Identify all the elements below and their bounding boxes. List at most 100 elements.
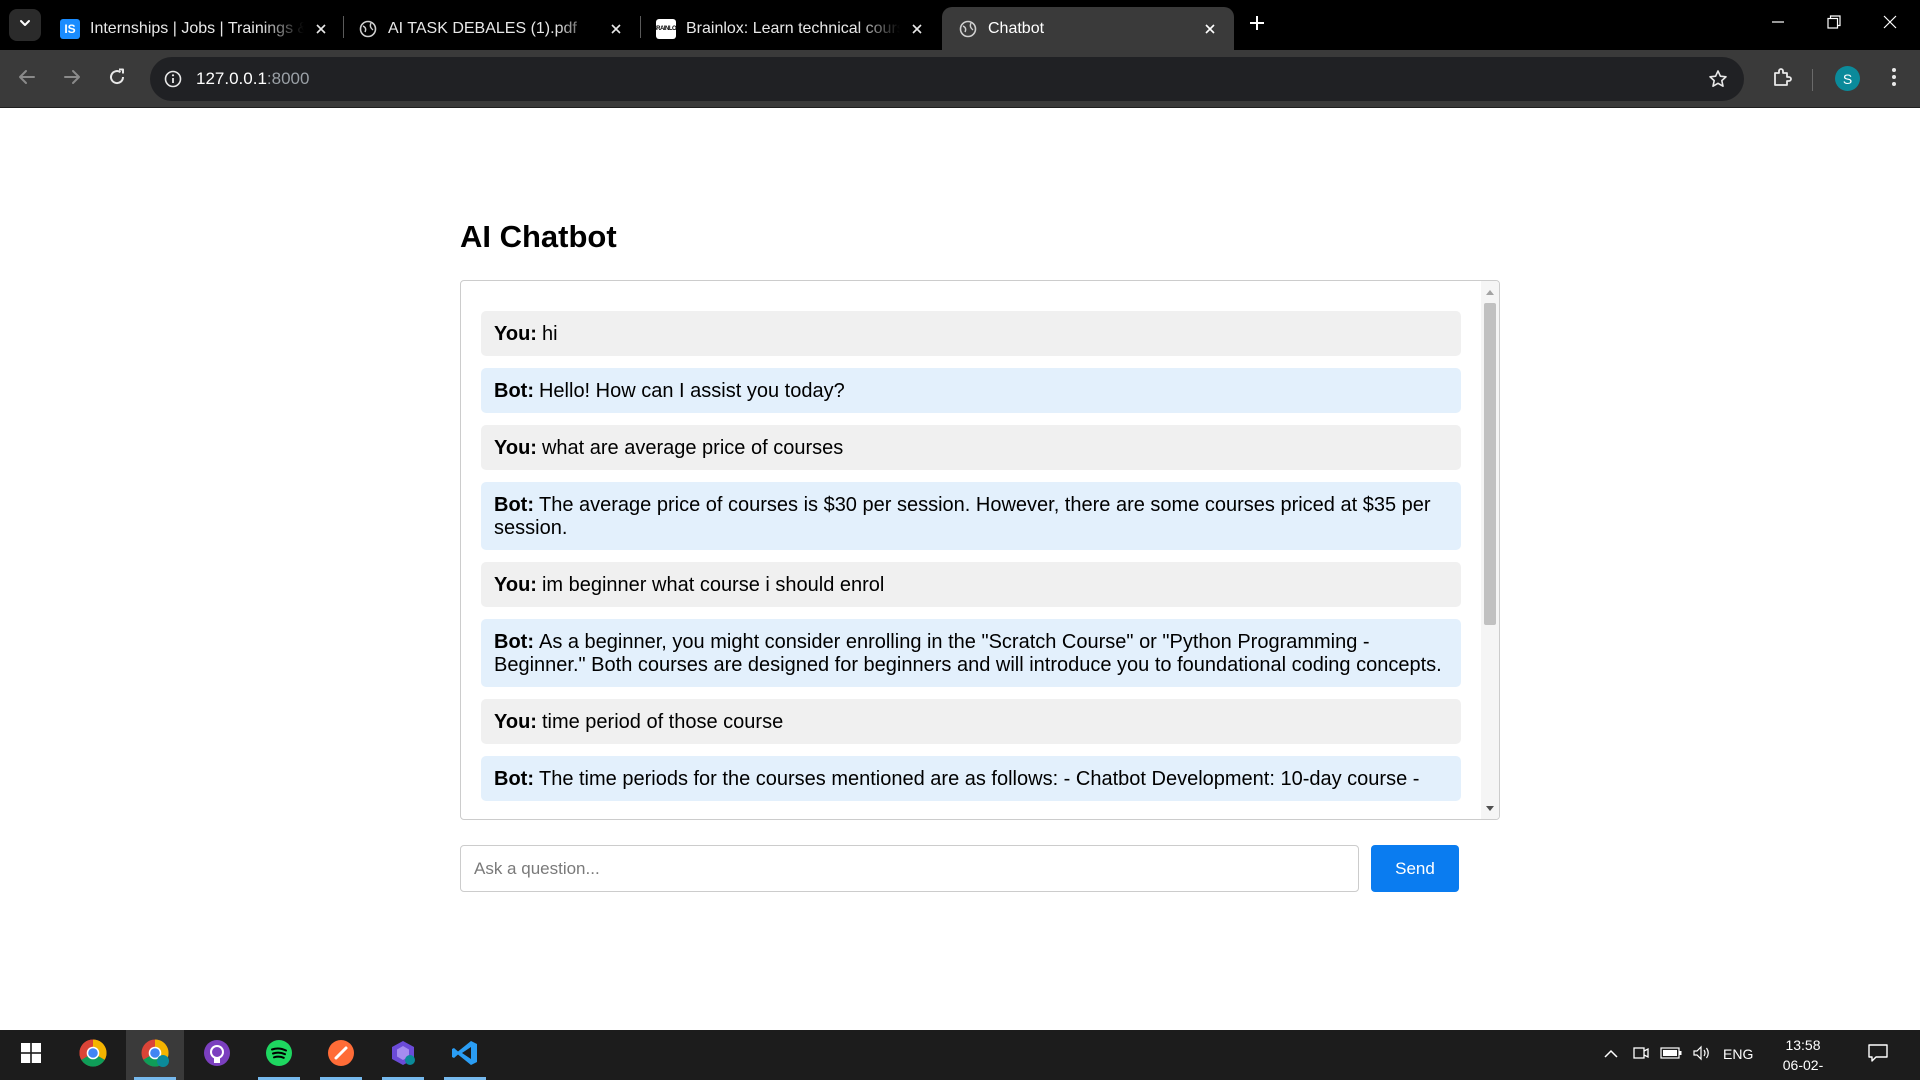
chrome-icon — [78, 1038, 108, 1073]
restore-icon — [1827, 14, 1841, 34]
tab-search-button[interactable] — [9, 9, 41, 41]
page-title: AI Chatbot — [460, 219, 617, 254]
chat-message-user: You: what are average price of courses — [481, 425, 1461, 470]
github-desktop-icon — [203, 1039, 231, 1072]
postman-icon — [327, 1039, 355, 1072]
clock-time: 13:58 — [1785, 1037, 1821, 1053]
puzzle-icon — [1771, 66, 1793, 93]
tab-internshala[interactable]: IS Internships | Jobs | Trainings & M — [44, 7, 344, 50]
tab-brainlox[interactable]: BRAINLOX Brainlox: Learn technical cours… — [640, 7, 940, 50]
profile-avatar[interactable]: S — [1835, 66, 1860, 91]
globe-icon — [358, 19, 378, 39]
browser-toolbar: 127.0.0.1:8000 — [0, 50, 1920, 108]
chat-message-user: You: im beginner what course i should enr… — [481, 562, 1461, 607]
address-bar[interactable]: 127.0.0.1:8000 — [150, 57, 1744, 101]
chat-messages: You: hi Bot: Hello! How can I assist you t… — [461, 281, 1481, 819]
chat-message-bot: Bot: The time periods for the courses men… — [481, 756, 1461, 801]
url-port: :8000 — [266, 69, 310, 88]
taskbar-chrome-profile[interactable] — [126, 1030, 184, 1080]
windows-start-icon — [20, 1042, 42, 1069]
tab-title: AI TASK DEBALES (1).pdf — [388, 19, 577, 37]
close-window-button[interactable] — [1862, 0, 1918, 48]
toolbar-separator — [1812, 69, 1813, 91]
plus-icon — [1249, 15, 1265, 36]
taskbar-postman[interactable] — [312, 1030, 370, 1080]
message-text: im beginner what course i should enrol — [541, 574, 885, 596]
message-sender: Bot: — [494, 380, 534, 402]
taskbar-spotify[interactable] — [250, 1030, 308, 1080]
scroll-down-arrow-icon[interactable] — [1481, 800, 1499, 817]
scrollbar-thumb[interactable] — [1484, 303, 1496, 625]
brainlox-icon: BRAINLOX — [652, 18, 680, 39]
taskbar-github-desktop[interactable] — [188, 1030, 246, 1080]
tray-battery[interactable] — [1656, 1030, 1686, 1080]
minimize-button[interactable] — [1750, 0, 1806, 48]
site-info-icon[interactable] — [161, 67, 185, 91]
tab-title: Brainlox: Learn technical courses — [686, 19, 900, 37]
message-sender: Bot: — [494, 631, 534, 653]
browser-tab-strip: IS Internships | Jobs | Trainings & M AI… — [0, 0, 1920, 50]
message-text: As a beginner, you might consider enroll… — [494, 631, 1442, 676]
message-sender: You: — [494, 323, 537, 345]
notification-icon — [1867, 1043, 1889, 1068]
tray-volume[interactable] — [1688, 1030, 1716, 1080]
message-text: what are average price of courses — [541, 437, 844, 459]
message-sender: Bot: — [494, 494, 534, 516]
chevron-up-icon — [1603, 1046, 1619, 1064]
kebab-menu-icon — [1891, 67, 1897, 92]
question-input[interactable] — [460, 845, 1359, 892]
page-content: AI Chatbot You: hi Bot: Hello! How can I a… — [0, 109, 1920, 1030]
tray-meet-now[interactable] — [1628, 1030, 1654, 1080]
spotify-icon — [265, 1039, 293, 1072]
chevron-down-icon — [18, 16, 32, 35]
minimize-icon — [1771, 15, 1785, 34]
globe-icon — [958, 19, 978, 39]
taskbar-clock[interactable]: 13:58 06-02-2025 — [1768, 1035, 1838, 1080]
taskbar: ENG 13:58 06-02-2025 — [0, 1030, 1920, 1080]
input-language[interactable]: ENG — [1723, 1046, 1753, 1062]
close-icon[interactable] — [606, 19, 626, 39]
tab-title: Chatbot — [988, 19, 1045, 37]
arrow-left-icon — [17, 67, 37, 92]
internshala-icon: IS — [60, 18, 80, 39]
message-text: time period of those course — [541, 711, 784, 733]
battery-icon — [1660, 1046, 1682, 1064]
chat-scrollbar[interactable] — [1481, 281, 1499, 819]
send-button[interactable]: Send — [1371, 845, 1459, 892]
visual-studio-icon — [389, 1039, 417, 1072]
forward-button[interactable] — [56, 63, 88, 95]
message-sender: You: — [494, 574, 537, 596]
close-icon[interactable] — [908, 19, 926, 39]
taskbar-vscode[interactable] — [436, 1030, 494, 1080]
speaker-icon — [1692, 1045, 1712, 1066]
notification-center-button[interactable] — [1864, 1042, 1892, 1068]
tab-pdf[interactable]: AI TASK DEBALES (1).pdf — [342, 7, 640, 50]
scroll-up-arrow-icon[interactable] — [1481, 283, 1499, 300]
message-text: hi — [541, 323, 558, 345]
bookmark-star-icon[interactable] — [1706, 67, 1730, 91]
url-text[interactable]: 127.0.0.1:8000 — [196, 69, 309, 89]
tab-title: Internships | Jobs | Trainings & M — [90, 19, 304, 37]
meet-camera-icon — [1632, 1045, 1650, 1066]
extensions-button[interactable] — [1766, 63, 1798, 95]
start-button[interactable] — [2, 1030, 60, 1080]
taskbar-visual-studio[interactable] — [374, 1030, 432, 1080]
close-icon[interactable] — [312, 19, 330, 39]
close-icon[interactable] — [1200, 19, 1220, 39]
clock-date: 06-02-2025 — [1782, 1057, 1824, 1080]
browser-menu-button[interactable] — [1878, 63, 1910, 95]
chat-box[interactable]: You: hi Bot: Hello! How can I assist you t… — [460, 280, 1500, 820]
message-sender: Bot: — [494, 768, 534, 790]
tab-chatbot[interactable]: Chatbot — [942, 7, 1234, 50]
new-tab-button[interactable] — [1242, 10, 1272, 40]
restore-button[interactable] — [1806, 0, 1862, 48]
back-button[interactable] — [11, 63, 43, 95]
message-text: Hello! How can I assist you today? — [538, 380, 845, 402]
chat-message-user: You: hi — [481, 311, 1461, 356]
message-sender: You: — [494, 437, 537, 459]
reload-icon — [107, 67, 127, 92]
chat-message-user: You: time period of those course — [481, 699, 1461, 744]
taskbar-chrome[interactable] — [64, 1030, 122, 1080]
tray-overflow-button[interactable] — [1598, 1030, 1624, 1080]
reload-button[interactable] — [101, 63, 133, 95]
